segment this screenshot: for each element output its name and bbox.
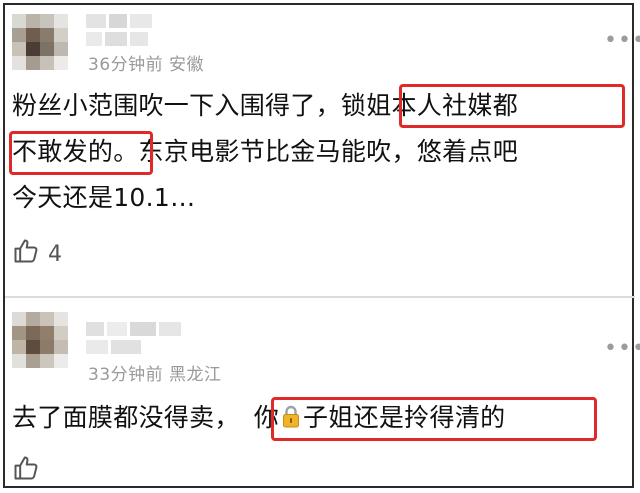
comment-meta: 36分钟前 安徽 — [88, 55, 205, 75]
highlight-box — [399, 84, 625, 128]
like-button[interactable] — [12, 454, 40, 488]
more-icon[interactable]: ••• — [604, 338, 640, 360]
comment-text-line: 今天还是10.1… — [12, 183, 196, 212]
highlight-box — [271, 397, 597, 441]
more-icon[interactable]: ••• — [604, 30, 640, 52]
like-count: 4 — [48, 241, 62, 267]
username-blurred-line2 — [86, 32, 148, 46]
username-blurred[interactable] — [86, 14, 152, 28]
comment-text: 去了面膜都没得卖， — [12, 403, 240, 432]
comment-divider — [5, 296, 635, 298]
username-blurred[interactable] — [86, 322, 181, 336]
like-button[interactable]: 4 — [12, 237, 62, 271]
username-blurred-line2 — [86, 340, 141, 354]
comment-meta: 33分钟前 黑龙江 — [88, 365, 222, 385]
avatar[interactable] — [12, 14, 68, 70]
avatar[interactable] — [12, 312, 68, 368]
thumbs-up-icon — [12, 237, 40, 271]
thumbs-up-icon — [12, 454, 40, 488]
highlight-box — [9, 131, 153, 175]
